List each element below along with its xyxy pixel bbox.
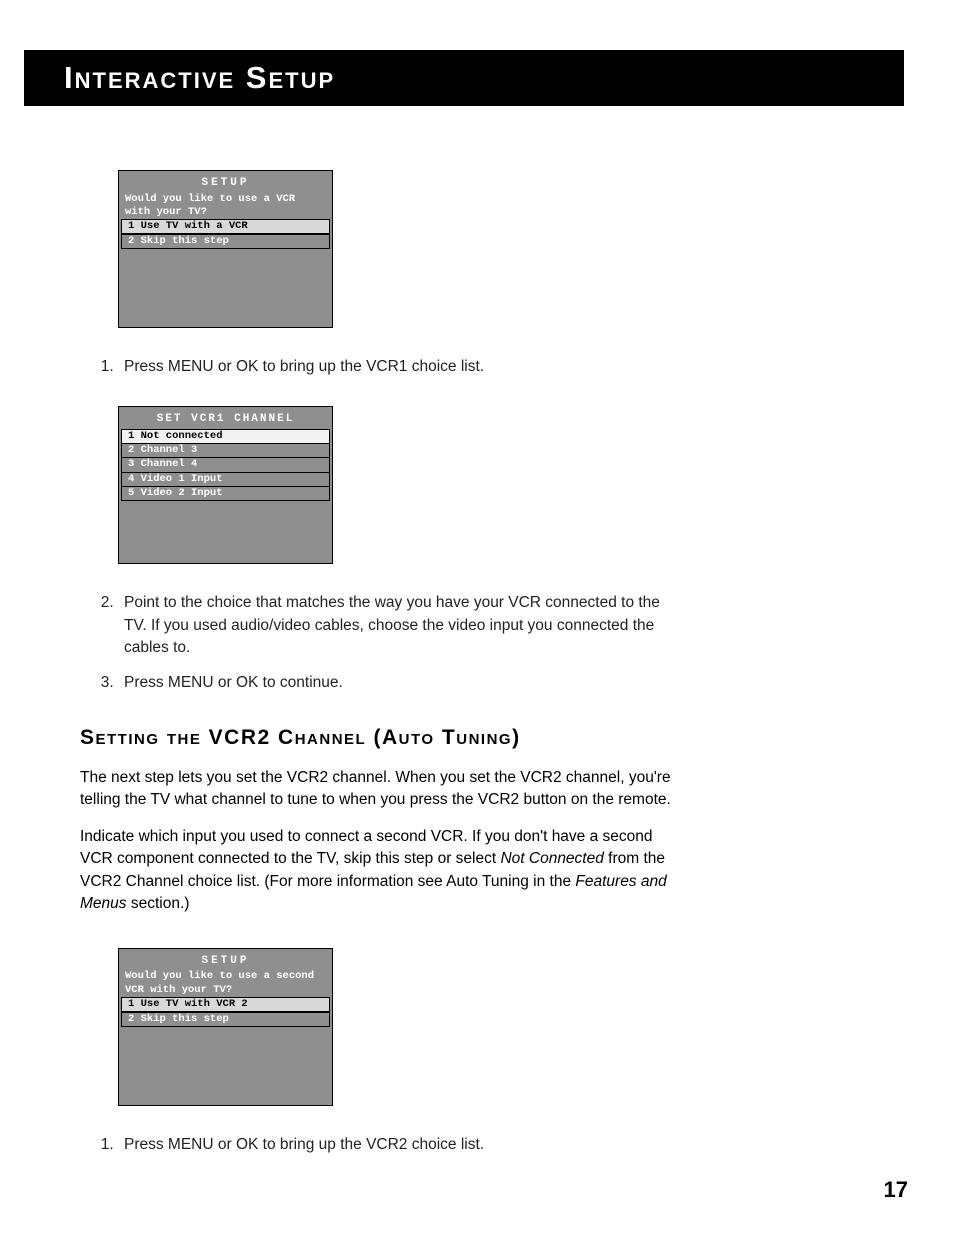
body-paragraph: The next step lets you set the VCR2 chan… — [80, 767, 680, 812]
osd-set-vcr1-channel: SET VCR1 CHANNEL 1 Not connected 2 Chann… — [118, 406, 333, 564]
body-text: section.) — [127, 895, 190, 912]
instruction-list: Press MENU or OK to bring up the VCR1 ch… — [118, 356, 680, 378]
osd-option-selected: 1 Not connected — [121, 429, 330, 444]
osd-title: SETUP — [119, 171, 332, 193]
instruction-list: Press MENU or OK to bring up the VCR2 ch… — [118, 1134, 680, 1156]
section-heading-vcr2: Setting the VCR2 Channel (Auto Tuning) — [80, 722, 680, 755]
osd-option: 2 Skip this step — [121, 1012, 330, 1027]
osd-title: SETUP — [119, 949, 332, 971]
osd-prompt-line: Would you like to use a VCR — [119, 193, 332, 206]
page-content: SETUP Would you like to use a VCR with y… — [80, 170, 680, 1184]
osd-setup-vcr1-prompt: SETUP Would you like to use a VCR with y… — [118, 170, 333, 328]
body-emphasis: Not Connected — [500, 850, 603, 867]
instruction-list: Point to the choice that matches the way… — [118, 592, 680, 694]
instruction-step: Press MENU or OK to bring up the VCR1 ch… — [118, 356, 680, 378]
osd-option: 4 Video 1 Input — [121, 473, 330, 487]
osd-title: SET VCR1 CHANNEL — [119, 407, 332, 429]
instruction-step: Point to the choice that matches the way… — [118, 592, 680, 659]
instruction-step: Press MENU or OK to bring up the VCR2 ch… — [118, 1134, 680, 1156]
body-paragraph: Indicate which input you used to connect… — [80, 826, 680, 916]
page-header-title: Interactive Setup — [64, 60, 335, 96]
osd-prompt-line: Would you like to use a second — [119, 970, 332, 983]
osd-option: 2 Skip this step — [121, 234, 330, 249]
osd-prompt-line: VCR with your TV? — [119, 984, 332, 997]
osd-option: 3 Channel 4 — [121, 458, 330, 472]
instruction-step: Press MENU or OK to continue. — [118, 672, 680, 694]
osd-option-selected: 1 Use TV with a VCR — [121, 219, 330, 234]
page-number: 17 — [884, 1177, 908, 1203]
osd-option: 5 Video 2 Input — [121, 487, 330, 501]
osd-option-selected: 1 Use TV with VCR 2 — [121, 997, 330, 1012]
osd-option: 2 Channel 3 — [121, 444, 330, 458]
osd-setup-vcr2-prompt: SETUP Would you like to use a second VCR… — [118, 948, 333, 1106]
osd-prompt-line: with your TV? — [119, 206, 332, 219]
page-header-bar: Interactive Setup — [24, 50, 904, 106]
